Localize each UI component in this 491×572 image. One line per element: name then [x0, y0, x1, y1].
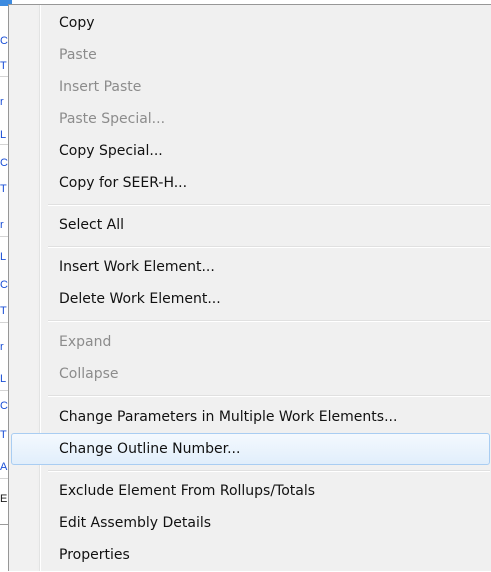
background-cell-fragment: L: [0, 129, 7, 141]
background-cell-fragment: T: [0, 183, 7, 195]
background-cell-fragment: r: [0, 341, 4, 353]
menu-separator: [48, 395, 490, 397]
menu-item-change-outline-number[interactable]: Change Outline Number...: [11, 433, 490, 465]
background-cell-fragment: r: [0, 219, 4, 231]
menu-item-expand[interactable]: Expand: [11, 326, 490, 358]
background-cell-fragment: r: [0, 96, 4, 108]
menu-item-collapse[interactable]: Collapse: [11, 358, 490, 390]
menu-item-edit-assembly-details[interactable]: Edit Assembly Details: [11, 507, 490, 539]
menu-separator: [48, 470, 490, 472]
menu-item-copy[interactable]: Copy: [11, 7, 490, 39]
background-cell-fragment: A: [0, 461, 8, 473]
menu-separator: [48, 320, 490, 322]
menu-item-delete-work-element[interactable]: Delete Work Element...: [11, 283, 490, 315]
background-cell-fragment: E: [0, 493, 8, 505]
background-cell-fragment: T: [0, 429, 7, 441]
menu-separator: [48, 246, 490, 248]
menu-item-paste[interactable]: Paste: [11, 39, 490, 71]
menu-item-copy-for-seer-h[interactable]: Copy for SEER-H...: [11, 167, 490, 199]
menu-item-insert-work-element[interactable]: Insert Work Element...: [11, 251, 490, 283]
background-cell-fragment: T: [0, 60, 7, 72]
menu-item-change-parameters[interactable]: Change Parameters in Multiple Work Eleme…: [11, 401, 490, 433]
background-cell-fragment: L: [0, 251, 7, 263]
menu-item-insert-paste[interactable]: Insert Paste: [11, 71, 490, 103]
menu-item-exclude-from-rollups[interactable]: Exclude Element From Rollups/Totals: [11, 475, 490, 507]
menu-separator: [48, 204, 490, 206]
context-menu: Copy Paste Insert Paste Paste Special...…: [8, 4, 491, 571]
background-cell-fragment: C: [0, 157, 8, 169]
background-cell-fragment: C: [0, 400, 8, 412]
background-cell-fragment: L: [0, 373, 7, 385]
menu-item-copy-special[interactable]: Copy Special...: [11, 135, 490, 167]
background-cell-fragment: C: [0, 279, 8, 291]
background-cell-fragment: C: [0, 35, 8, 47]
menu-item-paste-special[interactable]: Paste Special...: [11, 103, 490, 135]
background-cell-fragment: T: [0, 305, 7, 317]
menu-item-properties[interactable]: Properties: [11, 539, 490, 571]
menu-item-select-all[interactable]: Select All: [11, 209, 490, 241]
